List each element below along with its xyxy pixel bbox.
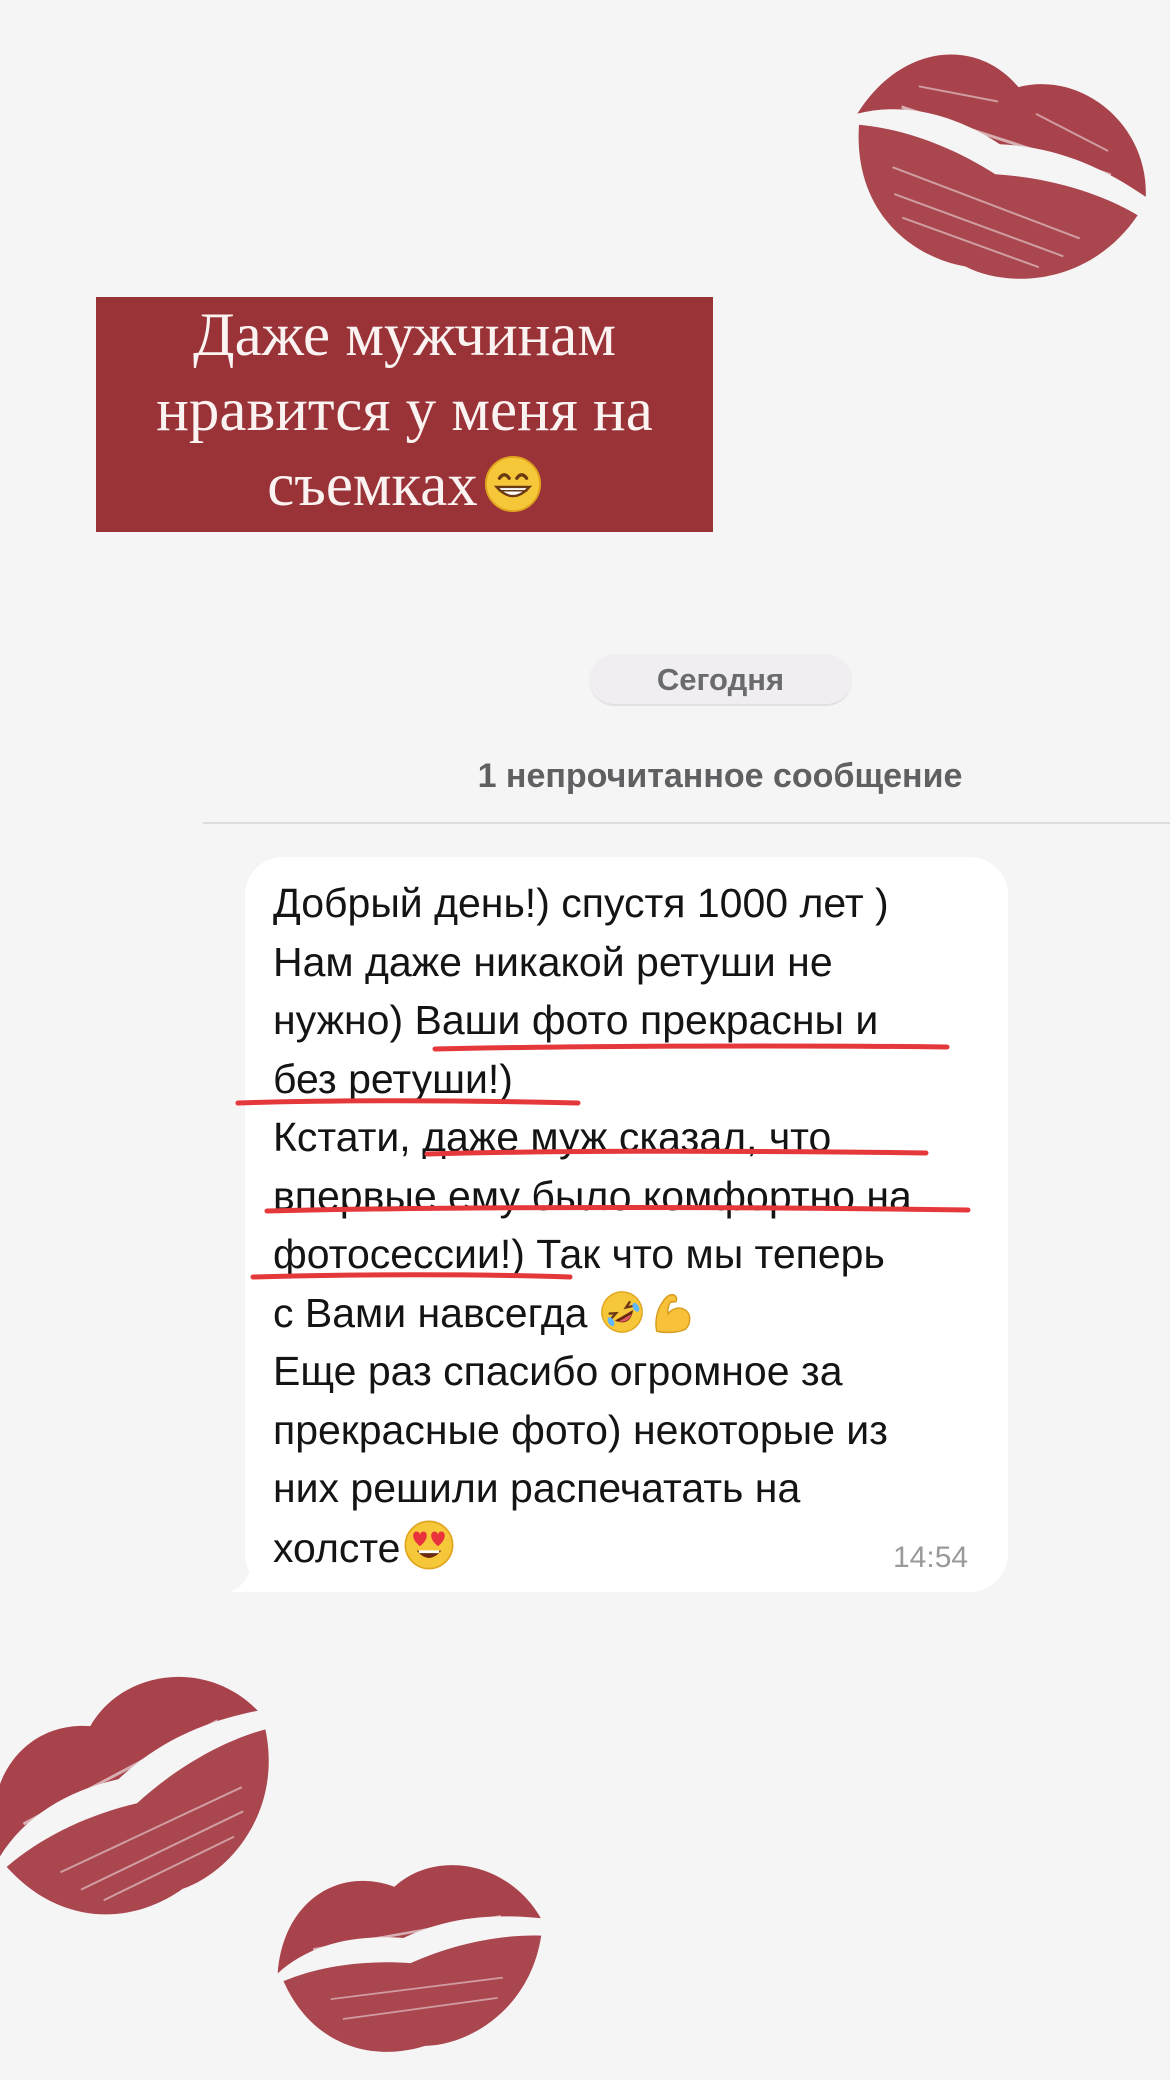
banner-line-1: Даже мужчинам — [193, 302, 616, 369]
date-separator: Сегодня — [589, 654, 852, 706]
flexed-biceps-icon — [655, 1293, 691, 1333]
message-line: Еще раз спасибо огромное за — [273, 1348, 843, 1394]
message-line-with-emoji: с Вами навсегда — [273, 1284, 993, 1343]
message-line: фотосессии!) Так что мы теперь — [273, 1231, 885, 1277]
message-line-text: с Вами навсегда — [273, 1289, 599, 1336]
message-text: Добрый день!) спустя 1000 лет ) Нам даже… — [273, 874, 993, 1576]
heart-eyes-icon — [405, 1520, 454, 1569]
banner-line-2: нравится у меня на — [156, 377, 653, 444]
unread-messages-label: 1 непрочитанное сообщение — [477, 757, 963, 795]
message-line: впервые ему было комфортно на — [273, 1172, 912, 1219]
banner-line-3-text: съемках — [267, 452, 478, 519]
banner-line-3: съемках — [96, 448, 713, 523]
message-line-text: холсте — [273, 1524, 401, 1571]
title-banner: Даже мужчинам нравится у меня на съемках — [96, 297, 713, 532]
lipstick-kiss-top-right — [830, 10, 1170, 310]
rolling-laughing-icon — [600, 1290, 643, 1333]
message-line: нужно) Ваши фото прекрасны и — [273, 997, 879, 1043]
message-line: Кстати, даже муж сказал, что — [273, 1114, 832, 1160]
grinning-face-icon — [484, 455, 541, 513]
message-line: Нам даже никакой ретуши не — [273, 938, 833, 985]
unread-divider — [203, 822, 1170, 824]
message-line: прекрасные фото) некоторые из — [273, 1406, 888, 1453]
message-line: Добрый день!) спустя 1000 лет ) — [273, 880, 889, 926]
message-line: без ретуши!) — [273, 1055, 513, 1102]
message-line-with-emoji: холсте — [273, 1518, 993, 1577]
lipstick-kiss-bottom-center — [230, 1820, 590, 2080]
message-timestamp: 14:54 — [893, 1541, 969, 1574]
message-line: них решили распечатать на — [273, 1465, 801, 1511]
